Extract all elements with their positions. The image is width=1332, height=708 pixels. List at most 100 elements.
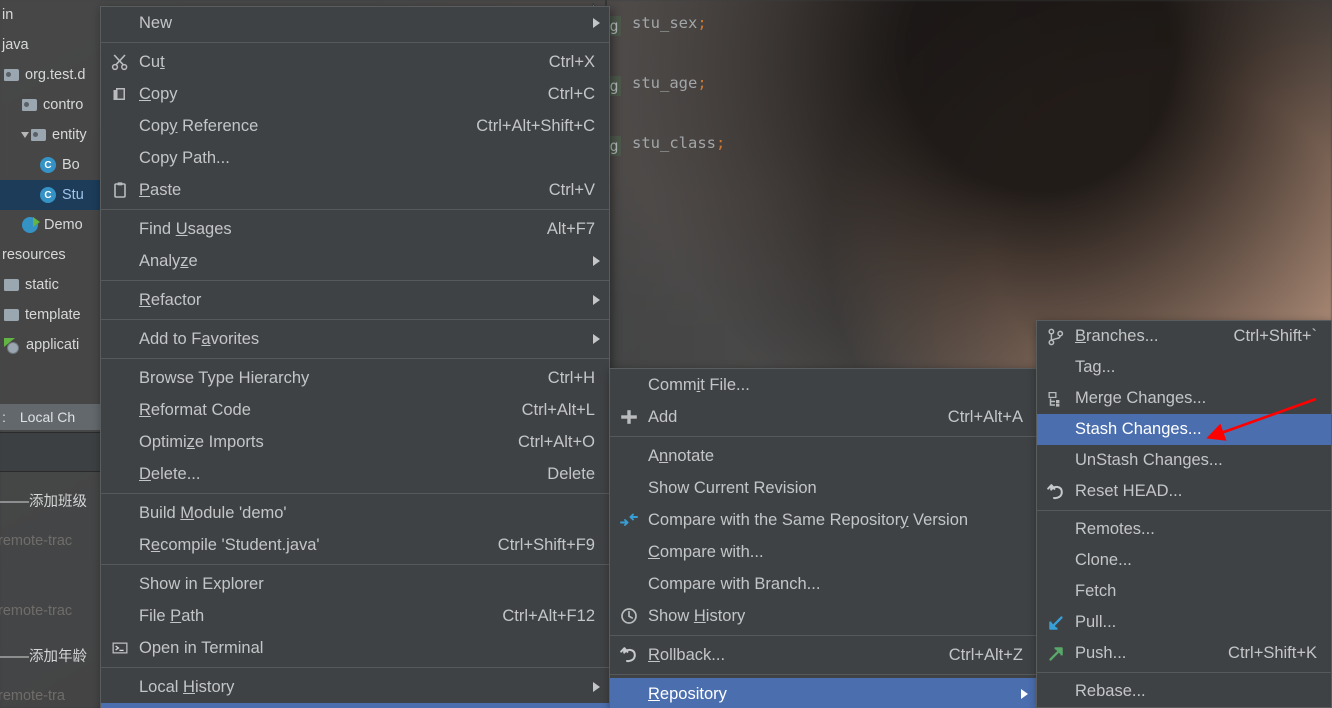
menu-item-push[interactable]: Push... Ctrl+Shift+K	[1037, 638, 1331, 669]
menu-item-optimize-imports[interactable]: Optimize Imports Ctrl+Alt+O	[101, 426, 609, 458]
menu-item-add-to-favorites[interactable]: Add to Favorites	[101, 323, 609, 355]
vcs-log-line: remote-trac	[0, 603, 73, 619]
menu-item-show-in-explorer[interactable]: Show in Explorer	[101, 568, 609, 600]
tree-item-contro[interactable]: contro	[0, 90, 102, 120]
file-context-menu[interactable]: New Cut Ctrl+X Copy Ctrl+C Copy Reference Ctrl…	[100, 6, 610, 708]
vcs-log-panel: ——添加班级 remote-trac remote-trac ——添加年龄 remote…	[0, 470, 102, 708]
menu-item-file-path[interactable]: File Path Ctrl+Alt+F12	[101, 600, 609, 632]
java-class-icon: C	[40, 157, 56, 173]
menu-item-stash-changes[interactable]: Stash Changes...	[1037, 414, 1331, 445]
vcs-log-line: ——添加年龄	[0, 649, 87, 665]
menu-item-label: Copy Reference	[139, 116, 259, 135]
menu-item-tag[interactable]: Tag...	[1037, 352, 1331, 383]
menu-item-remotes[interactable]: Remotes...	[1037, 514, 1331, 545]
menu-item-repository[interactable]: Repository	[610, 678, 1037, 708]
java-class-icon: C	[40, 187, 56, 203]
code-terminator: ;	[716, 134, 726, 152]
menu-item-build-module-demo[interactable]: Build Module 'demo'	[101, 497, 609, 529]
menu-item-label: Compare with...	[648, 542, 764, 561]
menu-item-rollback[interactable]: Rollback... Ctrl+Alt+Z	[610, 639, 1037, 671]
tree-item-in[interactable]: in	[0, 0, 102, 30]
menu-item-find-usages[interactable]: Find Usages Alt+F7	[101, 213, 609, 245]
menu-item-compare-with-the-same-repository-version[interactable]: Compare with the Same Repository Version	[610, 504, 1037, 536]
menu-item-label: Show History	[648, 606, 746, 625]
plus-icon	[620, 408, 638, 426]
menu-item-git[interactable]: Git	[101, 703, 609, 708]
menu-item-delete[interactable]: Delete... Delete	[101, 458, 609, 490]
tree-item-entity[interactable]: entity	[0, 120, 102, 150]
submenu-chevron-icon	[593, 682, 600, 692]
menu-item-shortcut: Delete	[547, 464, 595, 483]
menu-item-browse-type-hierarchy[interactable]: Browse Type Hierarchy Ctrl+H	[101, 362, 609, 394]
menu-item-label: Push...	[1075, 644, 1127, 662]
tree-item-label: Demo	[44, 217, 83, 233]
code-line[interactable]: stu_class;	[632, 134, 725, 152]
menu-item-copy[interactable]: Copy Ctrl+C	[101, 78, 609, 110]
folder-plain-icon	[4, 309, 19, 321]
menu-item-clone[interactable]: Clone...	[1037, 545, 1331, 576]
menu-item-label: Compare with Branch...	[648, 574, 821, 593]
menu-item-annotate[interactable]: Annotate	[610, 440, 1037, 472]
menu-separator	[610, 436, 1037, 437]
menu-item-reset-head[interactable]: Reset HEAD...	[1037, 476, 1331, 507]
menu-item-icon-slot	[1037, 483, 1075, 501]
git-submenu[interactable]: Commit File... Add Ctrl+Alt+A Annotate Show …	[609, 368, 1038, 708]
menu-item-shortcut: Ctrl+C	[547, 84, 595, 103]
folder-package-icon	[4, 69, 19, 81]
menu-item-icon-slot	[610, 408, 648, 426]
menu-item-open-in-terminal[interactable]: Open in Terminal	[101, 632, 609, 664]
menu-item-add[interactable]: Add Ctrl+Alt+A	[610, 401, 1037, 433]
menu-item-local-history[interactable]: Local History	[101, 671, 609, 703]
tree-item-template[interactable]: template	[0, 300, 102, 330]
scissors-icon	[111, 53, 129, 71]
menu-item-reformat-code[interactable]: Reformat Code Ctrl+Alt+L	[101, 394, 609, 426]
menu-item-refactor[interactable]: Refactor	[101, 284, 609, 316]
tree-item-java[interactable]: java	[0, 30, 102, 60]
menu-item-rebase[interactable]: Rebase...	[1037, 676, 1331, 707]
menu-item-commit-file[interactable]: Commit File...	[610, 369, 1037, 401]
menu-item-label: Annotate	[648, 446, 715, 465]
menu-item-icon-slot	[101, 639, 139, 657]
menu-item-branches[interactable]: Branches... Ctrl+Shift+`	[1037, 321, 1331, 352]
tree-item-org-test-d[interactable]: org.test.d	[0, 60, 102, 90]
submenu-chevron-icon	[593, 256, 600, 266]
tree-item-resources[interactable]: resources	[0, 240, 102, 270]
menu-item-show-history[interactable]: Show History	[610, 600, 1037, 632]
menu-item-compare-with[interactable]: Compare with...	[610, 536, 1037, 568]
menu-item-show-current-revision[interactable]: Show Current Revision	[610, 472, 1037, 504]
menu-item-pull[interactable]: Pull...	[1037, 607, 1331, 638]
menu-item-analyze[interactable]: Analyze	[101, 245, 609, 277]
tree-item-demo[interactable]: Demo	[0, 210, 102, 240]
tree-item-label: template	[25, 307, 81, 323]
menu-item-icon-slot	[1037, 328, 1075, 346]
merge-icon	[1047, 390, 1065, 408]
menu-item-new[interactable]: New	[101, 7, 609, 39]
menu-item-unstash-changes[interactable]: UnStash Changes...	[1037, 445, 1331, 476]
code-line[interactable]: stu_age;	[632, 74, 707, 92]
expander-chevron-icon[interactable]	[21, 132, 29, 138]
menu-item-compare-with-branch[interactable]: Compare with Branch...	[610, 568, 1037, 600]
tree-item-static[interactable]: static	[0, 270, 102, 300]
project-tree-panel[interactable]: in java org.test.d contro entity C Bo C Stu Demo r…	[0, 0, 102, 418]
code-identifier: stu_age	[632, 74, 698, 92]
repository-submenu[interactable]: Branches... Ctrl+Shift+` Tag... Merge Chang…	[1036, 320, 1332, 708]
tree-item-applicati[interactable]: applicati	[0, 330, 102, 360]
menu-item-label: Copy Path...	[139, 148, 230, 167]
local-changes-label: Local Ch	[19, 409, 76, 425]
menu-item-recompile-student-java[interactable]: Recompile 'Student.java' Ctrl+Shift+F9	[101, 529, 609, 561]
local-changes-tab[interactable]: : Local Ch	[0, 404, 102, 430]
folder-plain-icon	[4, 279, 19, 291]
menu-item-merge-changes[interactable]: Merge Changes...	[1037, 383, 1331, 414]
menu-item-copy-path[interactable]: Copy Path...	[101, 142, 609, 174]
menu-item-fetch[interactable]: Fetch	[1037, 576, 1331, 607]
menu-item-shortcut: Ctrl+Alt+F12	[502, 606, 595, 625]
menu-item-label: Clone...	[1075, 551, 1132, 569]
menu-item-label: Fetch	[1075, 582, 1117, 600]
menu-item-cut[interactable]: Cut Ctrl+X	[101, 46, 609, 78]
copy-icon	[111, 85, 129, 103]
menu-item-copy-reference[interactable]: Copy Reference Ctrl+Alt+Shift+C	[101, 110, 609, 142]
tree-item-bo[interactable]: C Bo	[0, 150, 102, 180]
menu-item-paste[interactable]: Paste Ctrl+V	[101, 174, 609, 206]
code-line[interactable]: stu_sex;	[632, 14, 707, 32]
tree-item-stu[interactable]: C Stu	[0, 180, 102, 210]
